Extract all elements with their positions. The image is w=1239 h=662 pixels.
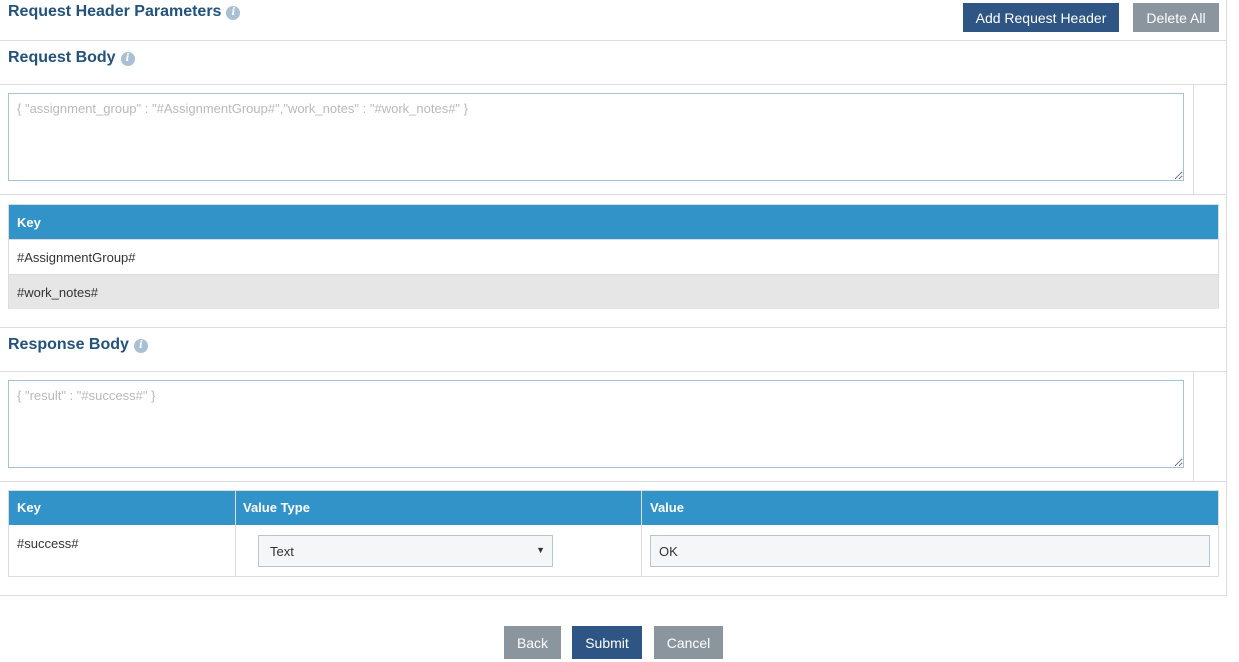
- divider: [1193, 84, 1194, 194]
- request-body-title: Request Body i: [8, 49, 135, 67]
- value-input[interactable]: OK: [650, 535, 1210, 567]
- dropdown-arrow-icon: ▼: [536, 545, 545, 555]
- response-body-table: Key Value Type Value #success# Text ▼ OK: [8, 490, 1219, 577]
- info-icon[interactable]: i: [120, 52, 135, 66]
- divider: [0, 371, 1227, 372]
- table-header: Key Value Type Value: [9, 491, 1218, 525]
- add-request-header-button[interactable]: Add Request Header: [963, 3, 1119, 32]
- divider: [0, 481, 1227, 482]
- key-cell: #success#: [17, 536, 79, 551]
- column-header-key: Key: [17, 214, 41, 230]
- info-icon[interactable]: i: [226, 6, 241, 20]
- response-body-title-text: Response Body: [8, 336, 129, 353]
- column-header-value: Value: [650, 500, 684, 515]
- divider: [1193, 371, 1194, 481]
- key-cell: #work_notes#: [17, 284, 98, 300]
- column-header-value-type: Value Type: [243, 500, 310, 515]
- request-body-title-text: Request Body: [8, 49, 116, 66]
- divider: [0, 84, 1227, 85]
- table-row: #AssignmentGroup#: [9, 239, 1218, 274]
- back-button[interactable]: Back: [504, 626, 561, 659]
- key-cell: #AssignmentGroup#: [17, 249, 136, 265]
- request-body-key-table: Key #AssignmentGroup# #work_notes#: [8, 204, 1219, 309]
- divider: [0, 194, 1227, 195]
- delete-all-button[interactable]: Delete All: [1133, 3, 1219, 32]
- value-type-select[interactable]: Text ▼: [258, 535, 553, 567]
- response-body-textarea[interactable]: [8, 380, 1184, 468]
- info-icon[interactable]: i: [133, 339, 148, 353]
- submit-button[interactable]: Submit: [572, 626, 642, 659]
- value-type-selected: Text: [270, 543, 294, 559]
- cancel-button[interactable]: Cancel: [654, 626, 723, 659]
- column-header-key: Key: [17, 500, 41, 515]
- table-row: #work_notes#: [9, 274, 1218, 309]
- table-row: #success# Text ▼ OK: [9, 525, 1218, 577]
- response-body-title: Response Body i: [8, 336, 148, 354]
- request-header-title: Request Header Parameters i: [8, 3, 241, 21]
- request-body-textarea[interactable]: [8, 93, 1184, 181]
- divider: [0, 40, 1227, 41]
- divider: [0, 595, 1227, 596]
- panel-right-border: [1226, 0, 1227, 596]
- value-input-text: OK: [659, 543, 678, 559]
- table-header: Key: [9, 205, 1218, 239]
- request-header-title-text: Request Header Parameters: [8, 3, 222, 20]
- divider: [0, 327, 1227, 328]
